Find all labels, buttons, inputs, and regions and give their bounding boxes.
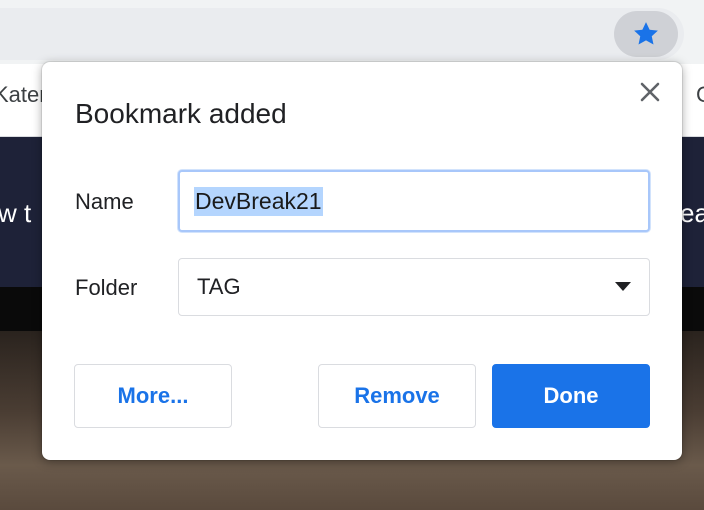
close-button[interactable] xyxy=(636,78,664,106)
folder-select[interactable]: TAG xyxy=(178,258,650,316)
bookmark-star-button[interactable] xyxy=(614,11,678,57)
address-bar[interactable] xyxy=(0,8,684,60)
caret-down-icon xyxy=(615,282,631,291)
bookmarks-bar-item[interactable]: Kater xyxy=(0,82,47,108)
toolbar xyxy=(0,0,704,64)
name-label: Name xyxy=(75,189,134,214)
more-button[interactable]: More... xyxy=(74,364,232,428)
bookmarks-bar-item[interactable]: C xyxy=(696,82,704,108)
folder-label: Folder xyxy=(75,275,138,300)
bookmark-dialog: Bookmark added Name DevBreak21 Folder TA… xyxy=(42,62,682,460)
name-value[interactable]: DevBreak21 xyxy=(194,186,323,216)
star-icon xyxy=(634,22,658,45)
name-field[interactable]: DevBreak21 xyxy=(178,170,650,232)
close-icon xyxy=(640,82,660,102)
folder-value: TAG xyxy=(197,274,241,299)
banner-text: w t xyxy=(0,198,32,228)
done-button[interactable]: Done xyxy=(492,364,650,428)
browser-window: Kater C w t ea Bookmark added Name DevBr… xyxy=(0,0,704,510)
banner-text: ea xyxy=(680,198,704,228)
dialog-title: Bookmark added xyxy=(75,98,287,129)
remove-button[interactable]: Remove xyxy=(318,364,476,428)
